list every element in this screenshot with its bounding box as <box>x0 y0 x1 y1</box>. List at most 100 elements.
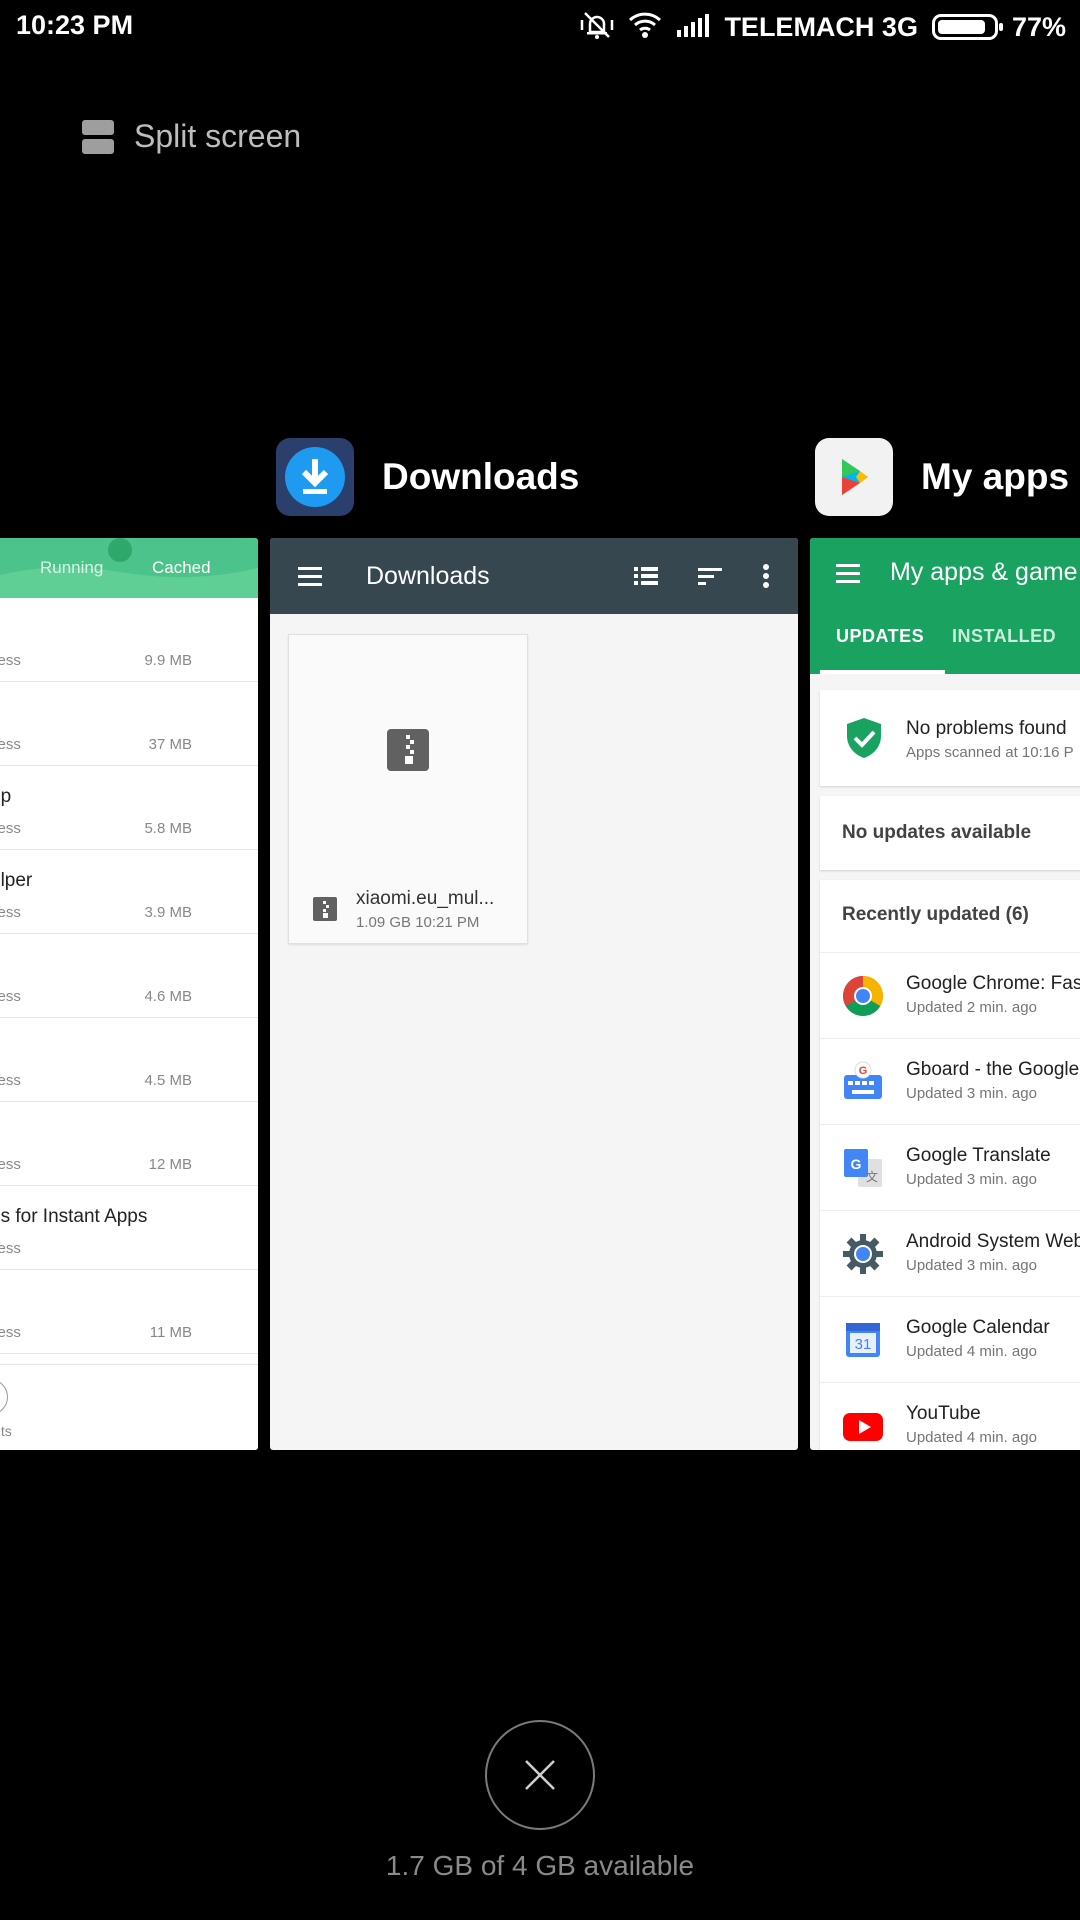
tab-updates[interactable]: UPDATES <box>836 626 924 647</box>
list-item[interactable]: 31 Google Calendar Updated 4 min. ago <box>820 1296 1080 1382</box>
list-item[interactable]: Android System Web Updated 3 min. ago <box>820 1210 1080 1296</box>
svg-text:G: G <box>851 1156 862 1172</box>
app-name: Google Calendar <box>906 1317 1050 1338</box>
process-size: 4.6 MB <box>144 988 192 1005</box>
split-screen-label: Split screen <box>134 118 302 154</box>
list-item[interactable]: cess 4.6 MB <box>0 934 258 1018</box>
app-name: Android System Web <box>906 1231 1080 1252</box>
status-time: 10:23 PM <box>16 10 134 40</box>
battery-icon <box>931 14 1003 40</box>
gboard-icon: G <box>842 1061 884 1103</box>
clear-all-button[interactable] <box>485 1720 595 1830</box>
results-button[interactable] <box>0 1379 8 1415</box>
sort-icon[interactable] <box>694 560 726 592</box>
tab-running[interactable]: Running <box>40 558 103 578</box>
cleaner-footer: ults <box>0 1364 258 1450</box>
app-name: Google Chrome: Fast <box>906 973 1080 994</box>
app-updated: Updated 3 min. ago <box>906 1257 1037 1274</box>
cleaner-app-card[interactable]: Running Cached cess 9.9 MB cess 37 MB up ce… <box>0 538 258 1450</box>
process-sub: cess <box>0 1072 21 1089</box>
process-sub: cess <box>0 652 21 669</box>
process-name: up <box>0 786 12 807</box>
tab-installed[interactable]: INSTALLED <box>952 626 1056 647</box>
process-sub: cess <box>0 820 21 837</box>
status-right: TELEMACH 3G 77% <box>580 10 1066 44</box>
process-list: cess 9.9 MB cess 37 MB up cess 5.8 MB elper c… <box>0 598 258 1354</box>
list-item[interactable]: G文 Google Translate Updated 3 min. ago <box>820 1124 1080 1210</box>
downloads-app-card[interactable]: Downloads xiaomi.eu_mul... 1.09 GB 10:21 <box>270 538 798 1450</box>
app-name: Google Translate <box>906 1145 1051 1166</box>
process-size: 11 MB <box>149 1324 192 1341</box>
app-updated: Updated 2 min. ago <box>906 999 1037 1016</box>
downloads-app-title: Downloads <box>382 456 580 497</box>
play-app-title: My apps & <box>921 456 1080 497</box>
process-name: elper <box>0 870 33 891</box>
list-item[interactable]: YouTube Updated 4 min. ago <box>820 1382 1080 1450</box>
file-thumbnail <box>289 635 527 865</box>
close-icon <box>525 1760 555 1790</box>
list-item[interactable]: cess 12 MB <box>0 1102 258 1186</box>
play-toolbar-title: My apps & game <box>890 558 1078 586</box>
tab-indicator <box>820 670 945 674</box>
tab-cached[interactable]: Cached <box>152 558 211 578</box>
list-view-icon[interactable] <box>630 560 662 592</box>
process-sub: cess <box>0 904 21 921</box>
downloads-toolbar: Downloads <box>270 538 798 614</box>
status-bar: 10:23 PM TELEMACH 3G 77% <box>0 0 1080 56</box>
split-screen-icon <box>82 119 114 154</box>
list-item[interactable]: cess 4.5 MB <box>0 1018 258 1102</box>
process-sub: cess <box>0 1240 21 1257</box>
app-updated: Updated 4 min. ago <box>906 1429 1037 1446</box>
play-app-header[interactable]: My apps & <box>815 438 1080 516</box>
process-size: 4.5 MB <box>144 1072 192 1089</box>
list-item[interactable]: cess 37 MB <box>0 682 258 766</box>
list-item[interactable]: cess 11 MB <box>0 1270 258 1354</box>
download-file-tile[interactable]: xiaomi.eu_mul... 1.09 GB 10:21 PM <box>288 634 528 944</box>
list-item[interactable]: cess 9.9 MB <box>0 598 258 682</box>
zip-file-icon <box>387 729 429 771</box>
app-name: YouTube <box>906 1403 981 1424</box>
security-subtitle: Apps scanned at 10:16 P <box>906 744 1074 761</box>
play-store-icon <box>815 438 893 516</box>
no-updates-text: No updates available <box>842 822 1032 843</box>
no-updates-panel: No updates available <box>820 796 1080 870</box>
list-item[interactable]: Google Chrome: Fast Updated 2 min. ago <box>820 952 1080 1038</box>
svg-text:G: G <box>859 1065 868 1077</box>
more-options-icon[interactable] <box>750 560 782 592</box>
calendar-icon: 31 <box>842 1319 884 1361</box>
translate-icon: G文 <box>842 1147 884 1189</box>
split-screen-button[interactable]: Split screen <box>82 118 301 155</box>
list-item[interactable]: es for Instant Apps cess <box>0 1186 258 1270</box>
memory-available: 1.7 GB of 4 GB available <box>385 1850 695 1881</box>
process-sub: cess <box>0 1324 21 1341</box>
process-sub: cess <box>0 1156 21 1173</box>
recently-updated-panel: Recently updated (6) Google Chrome: Fast… <box>820 880 1080 1450</box>
list-item[interactable]: up cess 5.8 MB <box>0 766 258 850</box>
app-updated: Updated 3 min. ago <box>906 1171 1037 1188</box>
process-name: es for Instant Apps <box>0 1206 148 1227</box>
svg-text:文: 文 <box>866 1169 878 1184</box>
security-title: No problems found <box>906 718 1067 739</box>
hills-decoration <box>0 538 258 598</box>
downloads-toolbar-title: Downloads <box>366 561 490 590</box>
app-updated: Updated 3 min. ago <box>906 1085 1037 1102</box>
menu-icon[interactable] <box>294 560 326 592</box>
list-item[interactable]: G Gboard - the Google Updated 3 min. ago <box>820 1038 1080 1124</box>
play-store-card[interactable]: My apps & game UPDATES INSTALLED No prob… <box>810 538 1080 1450</box>
menu-icon[interactable] <box>834 562 862 589</box>
youtube-icon <box>842 1405 884 1447</box>
process-sub: cess <box>0 736 21 753</box>
carrier-label: TELEMACH 3G <box>724 11 918 42</box>
list-item[interactable]: elper cess 3.9 MB <box>0 850 258 934</box>
process-size: 12 MB <box>148 1156 192 1173</box>
chrome-icon <box>842 975 884 1017</box>
footer-label: ults <box>0 1423 12 1439</box>
app-name: Gboard - the Google <box>906 1059 1080 1080</box>
process-size: 9.9 MB <box>144 652 192 669</box>
play-tabs: UPDATES INSTALLED <box>810 606 1080 674</box>
webview-icon <box>842 1233 884 1275</box>
process-size: 37 MB <box>148 736 192 753</box>
shield-check-icon <box>844 716 884 765</box>
downloads-app-header[interactable]: Downloads <box>276 438 579 516</box>
play-protect-panel[interactable]: No problems found Apps scanned at 10:16 … <box>820 690 1080 786</box>
